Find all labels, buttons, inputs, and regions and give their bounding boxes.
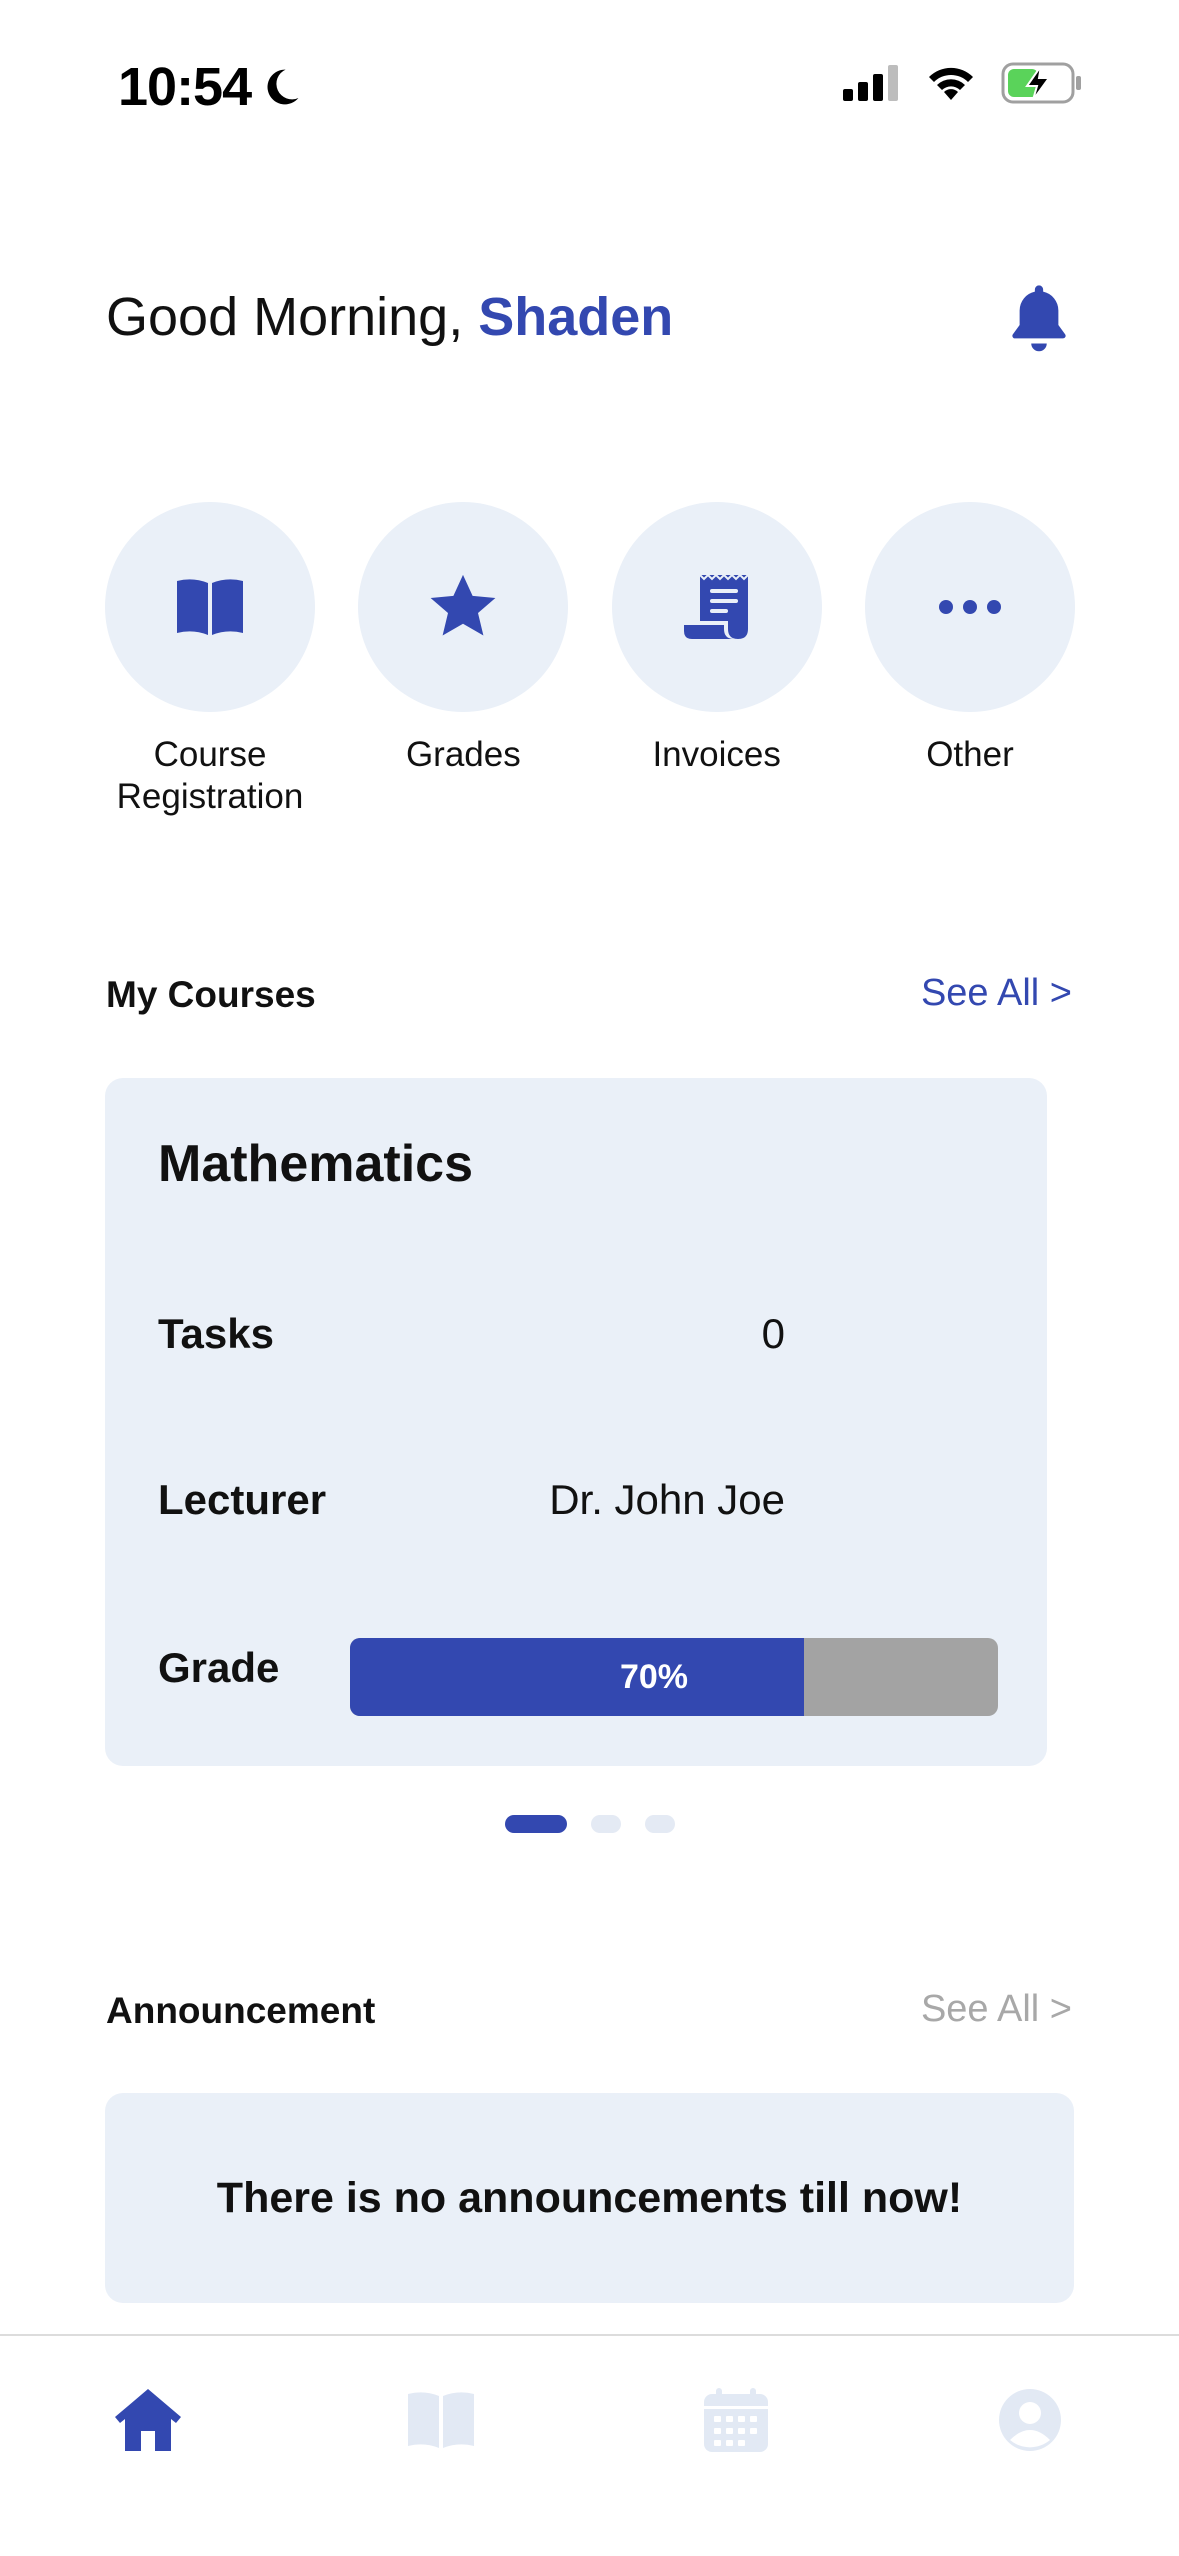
book-icon: [177, 579, 243, 635]
courses-see-all-link[interactable]: See All >: [921, 972, 1072, 1015]
course-pager: [505, 1815, 675, 1833]
quick-action-grades[interactable]: Grades: [357, 502, 569, 818]
pager-dot-active[interactable]: [505, 1815, 567, 1833]
book-icon: [408, 2392, 474, 2448]
quick-action-label: Invoices: [652, 735, 781, 774]
tab-home[interactable]: [112, 2384, 184, 2456]
home-icon: [115, 2389, 181, 2451]
battery-charging-icon: [1001, 62, 1081, 104]
time-text: 10:54: [118, 57, 252, 117]
quick-action-circle[interactable]: [611, 502, 822, 712]
pager-dot[interactable]: [591, 1815, 621, 1833]
quick-action-invoices[interactable]: Invoices: [611, 502, 823, 818]
lecturer-value: Dr. John Joe: [549, 1476, 785, 1523]
quick-action-course-registration[interactable]: Course Registration: [104, 502, 316, 818]
receipt-icon: [683, 573, 749, 639]
user-name: Shaden: [478, 287, 674, 347]
course-card[interactable]: Mathematics Tasks 0 Lecturer Dr. John Jo…: [105, 1078, 1047, 1766]
grade-percentage: 70%: [619, 1657, 689, 1696]
grade-label: Grade: [158, 1644, 280, 1691]
quick-action-circle[interactable]: [358, 502, 569, 712]
announcement-empty-text: There is no announcements till now!: [216, 2173, 963, 2222]
announcement-title: Announcement: [106, 1990, 376, 2031]
more-icon: [938, 600, 1001, 614]
profile-icon: [999, 2389, 1061, 2451]
my-courses-title: My Courses: [106, 974, 316, 1015]
grade-progress-bar: 70%: [350, 1638, 998, 1716]
star-icon: [430, 574, 496, 636]
greeting: Good Morning, Shaden: [106, 286, 673, 348]
greeting-prefix: Good Morning,: [106, 287, 479, 347]
status-time: 10:54: [118, 56, 303, 118]
quick-actions: Course Registration Grades Invoices Othe…: [104, 502, 1076, 818]
status-bar: 10:54: [0, 0, 1179, 160]
tasks-value: 0: [761, 1310, 785, 1357]
course-name: Mathematics: [158, 1135, 473, 1193]
tab-profile[interactable]: [994, 2384, 1066, 2456]
lecturer-label: Lecturer: [158, 1476, 327, 1523]
wifi-icon: [929, 67, 973, 100]
quick-action-other[interactable]: Other: [864, 502, 1076, 818]
status-indicators: [843, 62, 1083, 104]
quick-action-circle[interactable]: [105, 502, 315, 712]
cellular-signal-icon: [843, 65, 898, 101]
announcements-see-all-link[interactable]: See All >: [921, 1988, 1072, 2031]
announcement-empty-card: There is no announcements till now!: [105, 2093, 1074, 2303]
calendar-icon: [704, 2388, 768, 2452]
bottom-tab-bar: [0, 2334, 1179, 2556]
tasks-label: Tasks: [158, 1310, 274, 1357]
quick-action-label: Other: [926, 735, 1014, 774]
pager-dot[interactable]: [645, 1815, 675, 1833]
moon-icon: [267, 69, 299, 105]
quick-action-label: Course Registration: [116, 735, 304, 816]
quick-action-label: Grades: [405, 735, 521, 774]
tab-courses[interactable]: [405, 2384, 477, 2456]
notification-bell-icon[interactable]: [1008, 284, 1070, 354]
tab-calendar[interactable]: [700, 2384, 772, 2456]
quick-action-circle[interactable]: [864, 502, 1075, 712]
